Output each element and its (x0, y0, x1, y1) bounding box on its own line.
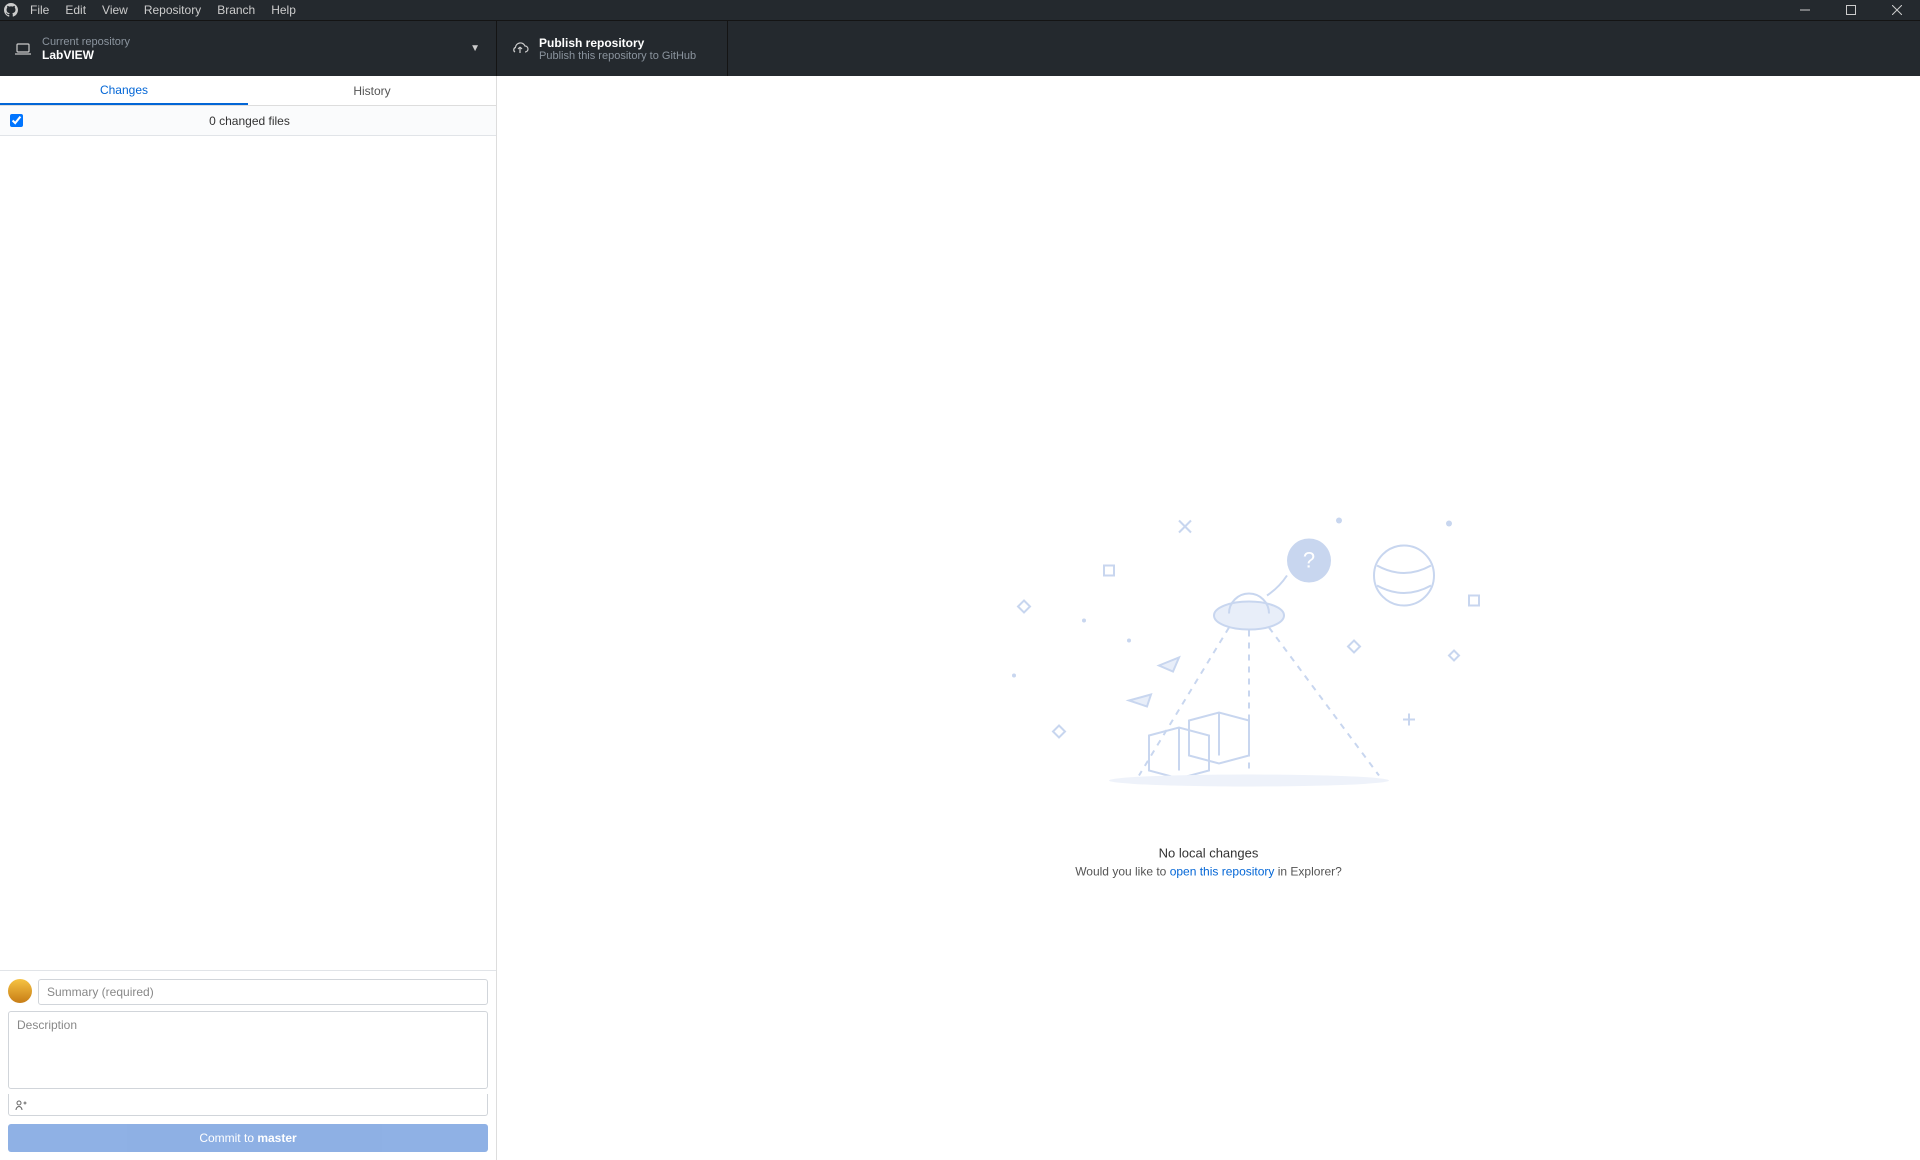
menu-edit[interactable]: Edit (57, 3, 94, 17)
empty-state: ? (859, 466, 1559, 879)
open-repository-link[interactable]: open this repository (1170, 865, 1275, 879)
publish-title: Publish repository (539, 36, 696, 50)
commit-summary-input[interactable] (38, 979, 488, 1005)
main: Changes History 0 changed files Commit t… (0, 76, 1920, 1160)
menu-repository[interactable]: Repository (136, 3, 209, 17)
changed-files-count: 0 changed files (33, 114, 496, 128)
publish-text: Publish repository Publish this reposito… (539, 36, 696, 62)
minimize-button[interactable] (1782, 0, 1828, 20)
empty-illustration: ? (909, 466, 1509, 826)
commit-button[interactable]: Commit to master (8, 1124, 488, 1152)
empty-title: No local changes (859, 846, 1559, 861)
tab-changes[interactable]: Changes (0, 76, 248, 105)
add-coauthors-button[interactable] (8, 1094, 488, 1116)
commit-button-branch: master (257, 1131, 296, 1145)
empty-subtitle: Would you like to open this repository i… (859, 865, 1559, 879)
menu-help[interactable]: Help (263, 3, 304, 17)
commit-button-prefix: Commit to (199, 1131, 257, 1145)
menu-file[interactable]: File (22, 3, 57, 17)
repo-label: Current repository (42, 36, 130, 48)
current-repository-selector[interactable]: Current repository LabVIEW ▼ (0, 21, 497, 76)
changes-header: 0 changed files (0, 106, 496, 136)
chevron-down-icon: ▼ (470, 43, 480, 54)
publish-sub: Publish this repository to GitHub (539, 50, 696, 62)
maximize-button[interactable] (1828, 0, 1874, 20)
cloud-upload-icon (511, 41, 529, 57)
tab-history[interactable]: History (248, 76, 496, 105)
repo-text: Current repository LabVIEW (42, 36, 130, 62)
close-button[interactable] (1874, 0, 1920, 20)
menu-view[interactable]: View (94, 3, 136, 17)
menu-bar: File Edit View Repository Branch Help (0, 0, 1920, 20)
window-controls (1782, 0, 1920, 20)
avatar (8, 979, 32, 1003)
empty-prefix: Would you like to (1075, 865, 1170, 879)
toolbar: Current repository LabVIEW ▼ Publish rep… (0, 20, 1920, 76)
content-pane: ? (497, 76, 1920, 1160)
sidebar-tabs: Changes History (0, 76, 496, 106)
svg-text:?: ? (1302, 548, 1314, 573)
select-all-checkbox[interactable] (10, 114, 23, 127)
publish-repository-button[interactable]: Publish repository Publish this reposito… (497, 21, 728, 76)
changes-list (0, 136, 496, 970)
github-logo-icon (0, 3, 22, 17)
commit-description-input[interactable] (8, 1011, 488, 1089)
menu-branch[interactable]: Branch (209, 3, 263, 17)
laptop-icon (14, 41, 32, 57)
commit-form: Commit to master (0, 970, 496, 1160)
sidebar: Changes History 0 changed files Commit t… (0, 76, 497, 1160)
empty-suffix: in Explorer? (1274, 865, 1341, 879)
repo-name: LabVIEW (42, 48, 130, 62)
